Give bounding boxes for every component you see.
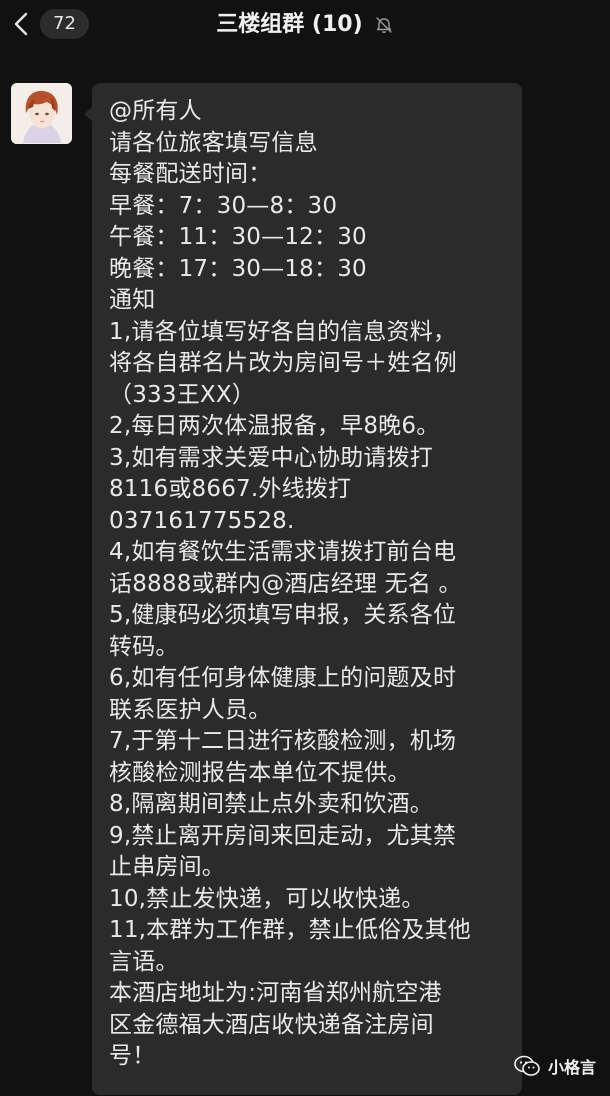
watermark-text: 小格言 [547, 1058, 596, 1077]
message-line: @所有人 [109, 98, 202, 124]
message-line: 午餐：11：30—12：30 [109, 224, 367, 250]
message-line: 联系医护人员。 [109, 696, 272, 723]
message-line: 本酒店地址为:河南省郑州航空港 [109, 980, 442, 1006]
chat-header: 72 三楼组群 (10) [0, 0, 610, 50]
title-bar: 三楼组群 (10) [0, 8, 610, 42]
message-line: 止串房间。 [109, 854, 225, 880]
message-line: 037161775528. [109, 507, 295, 534]
avatar-illustration [11, 83, 72, 144]
message-line: 3,如有需求关爱中心协助请拨打 [109, 444, 433, 471]
message-line: 区金德福大酒店收快递备注房间 [109, 1011, 434, 1038]
chat-title: 三楼组群 (10) [216, 12, 363, 37]
message-line: 11,本群为工作群，禁止低俗及其他 [109, 917, 471, 943]
message-line: 将各自群名片改为房间号＋姓名例 [109, 350, 457, 376]
message-line: 10,禁止发快递，可以收快递。 [109, 885, 425, 912]
message-line: 8116或8667.外线拨打 [109, 476, 352, 502]
message-line: 通知 [109, 287, 156, 313]
wechat-channel-icon [514, 1055, 540, 1076]
sender-avatar[interactable] [11, 83, 72, 144]
message-line: 核酸检测报告本单位不提供。 [109, 759, 411, 786]
message-line: 1,请各位填写好各自的信息资料， [109, 318, 457, 345]
message-line: （333王XX） [109, 381, 256, 408]
message-line: 7,于第十二日进行核酸检测，机场 [109, 728, 457, 754]
message-line: 晚餐：17：30—18：30 [109, 255, 367, 282]
bell-slash-icon [376, 17, 392, 33]
message-line: 8,隔离期间禁止点外卖和饮酒。 [109, 791, 433, 817]
message-line: 6,如有任何身体健康上的问题及时 [109, 665, 457, 691]
message-line: 每餐配送时间： [109, 161, 272, 187]
message-text: @所有人请各位旅客填写信息 每餐配送时间： 早餐：7：30—8：30 午餐：11：30… [109, 96, 509, 1073]
message-line: 号！ [109, 1043, 156, 1069]
message-line: 言语。 [109, 948, 179, 975]
message-line: 2,每日两次体温报备，早8晚6。 [109, 413, 440, 439]
message-line: 4,如有餐饮生活需求请拨打前台电 [109, 539, 457, 565]
message-line: 9,禁止离开房间来回走动，尤其禁 [109, 822, 457, 849]
message-line: 5,健康码必须填写申报，关系各位 [109, 602, 457, 628]
message-line: 请各位旅客填写信息 [109, 129, 318, 156]
message-line: 早餐：7：30—8：30 [109, 192, 338, 219]
watermark: 小格言 [514, 1054, 596, 1078]
message-line: 转码。 [109, 633, 179, 660]
message-line: 话8888或群内@酒店经理 无名 。 [109, 570, 462, 597]
